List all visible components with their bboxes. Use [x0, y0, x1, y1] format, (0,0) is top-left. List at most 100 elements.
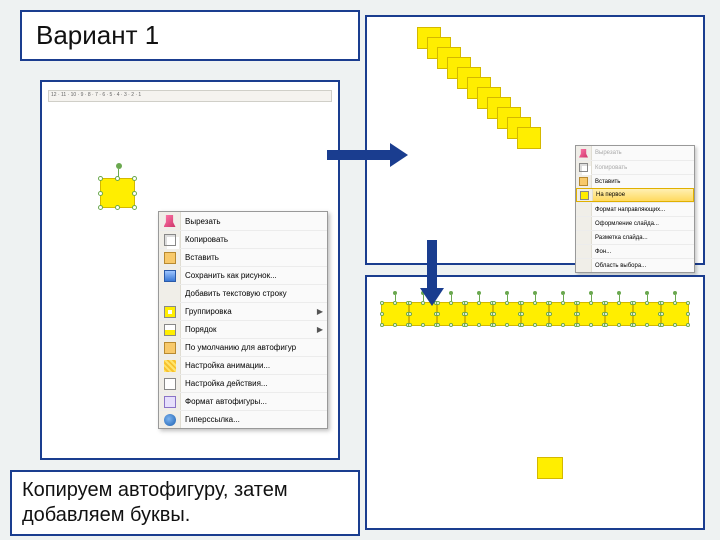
autoshape-in-row[interactable]: [381, 302, 409, 326]
resize-handle-icon[interactable]: [660, 312, 664, 316]
resize-handle-icon[interactable]: [673, 301, 677, 305]
resize-handle-icon[interactable]: [477, 323, 481, 327]
rotate-handle-icon[interactable]: [116, 163, 122, 169]
resize-handle-icon[interactable]: [464, 312, 468, 316]
mini-menu-item[interactable]: Формат направляющих...: [576, 202, 694, 216]
mini-menu-item[interactable]: Вставить: [576, 174, 694, 188]
resize-handle-icon[interactable]: [604, 312, 608, 316]
resize-handle-icon[interactable]: [408, 323, 412, 327]
resize-handle-icon[interactable]: [589, 323, 593, 327]
mini-menu-item[interactable]: Копировать: [576, 160, 694, 174]
rotate-handle-icon[interactable]: [449, 291, 453, 295]
autoshape-selected[interactable]: [100, 178, 135, 208]
resize-handle-icon[interactable]: [660, 301, 664, 305]
context-menu-item[interactable]: Копировать: [159, 230, 327, 248]
mini-menu-item[interactable]: Разметка слайда...: [576, 230, 694, 244]
resize-handle-icon[interactable]: [673, 323, 677, 327]
resize-handle-icon[interactable]: [449, 323, 453, 327]
context-menu-item[interactable]: Настройка анимации...: [159, 356, 327, 374]
resize-handle-icon[interactable]: [380, 323, 384, 327]
autoshape-in-row[interactable]: [605, 302, 633, 326]
rotate-handle-icon[interactable]: [477, 291, 481, 295]
mini-menu-item[interactable]: Область выбора...: [576, 258, 694, 272]
autoshape-in-row[interactable]: [661, 302, 689, 326]
resize-handle-icon[interactable]: [576, 323, 580, 327]
resize-handle-icon[interactable]: [548, 323, 552, 327]
resize-handle-icon[interactable]: [660, 323, 664, 327]
mini-menu-item[interactable]: Оформление слайда...: [576, 216, 694, 230]
resize-handle-icon[interactable]: [548, 312, 552, 316]
resize-handle-icon[interactable]: [132, 176, 137, 181]
resize-handle-icon[interactable]: [408, 301, 412, 305]
resize-handle-icon[interactable]: [604, 301, 608, 305]
autoshape-in-row[interactable]: [493, 302, 521, 326]
resize-handle-icon[interactable]: [98, 191, 103, 196]
resize-handle-icon[interactable]: [520, 323, 524, 327]
resize-handle-icon[interactable]: [492, 301, 496, 305]
mini-menu-item[interactable]: Фон...: [576, 244, 694, 258]
resize-handle-icon[interactable]: [617, 323, 621, 327]
resize-handle-icon[interactable]: [477, 301, 481, 305]
resize-handle-icon[interactable]: [132, 205, 137, 210]
resize-handle-icon[interactable]: [98, 205, 103, 210]
resize-handle-icon[interactable]: [686, 301, 690, 305]
context-menu-item[interactable]: Настройка действия...: [159, 374, 327, 392]
context-menu-item[interactable]: Вставить: [159, 248, 327, 266]
mini-menu-item[interactable]: Вырезать: [576, 146, 694, 160]
resize-handle-icon[interactable]: [436, 312, 440, 316]
resize-handle-icon[interactable]: [408, 312, 412, 316]
context-menu-item[interactable]: Вырезать: [159, 212, 327, 230]
rotate-handle-icon[interactable]: [561, 291, 565, 295]
resize-handle-icon[interactable]: [98, 176, 103, 181]
resize-handle-icon[interactable]: [617, 301, 621, 305]
autoshape-in-row[interactable]: [633, 302, 661, 326]
rotate-handle-icon[interactable]: [505, 291, 509, 295]
resize-handle-icon[interactable]: [380, 301, 384, 305]
rotate-handle-icon[interactable]: [589, 291, 593, 295]
resize-handle-icon[interactable]: [548, 301, 552, 305]
resize-handle-icon[interactable]: [505, 323, 509, 327]
context-menu-item[interactable]: Порядок▶: [159, 320, 327, 338]
resize-handle-icon[interactable]: [492, 312, 496, 316]
rotate-handle-icon[interactable]: [673, 291, 677, 295]
resize-handle-icon[interactable]: [576, 301, 580, 305]
resize-handle-icon[interactable]: [632, 301, 636, 305]
resize-handle-icon[interactable]: [132, 191, 137, 196]
resize-handle-icon[interactable]: [520, 301, 524, 305]
resize-handle-icon[interactable]: [492, 323, 496, 327]
resize-handle-icon[interactable]: [576, 312, 580, 316]
context-menu-item[interactable]: По умолчанию для автофигур: [159, 338, 327, 356]
resize-handle-icon[interactable]: [589, 301, 593, 305]
context-menu-item[interactable]: Группировка▶: [159, 302, 327, 320]
context-menu-item[interactable]: Гиперссылка...: [159, 410, 327, 428]
resize-handle-icon[interactable]: [505, 301, 509, 305]
rotate-handle-icon[interactable]: [533, 291, 537, 295]
resize-handle-icon[interactable]: [686, 323, 690, 327]
resize-handle-icon[interactable]: [645, 301, 649, 305]
resize-handle-icon[interactable]: [686, 312, 690, 316]
resize-handle-icon[interactable]: [380, 312, 384, 316]
resize-handle-icon[interactable]: [421, 323, 425, 327]
resize-handle-icon[interactable]: [449, 301, 453, 305]
resize-handle-icon[interactable]: [115, 176, 120, 181]
autoshape-in-row[interactable]: [549, 302, 577, 326]
autoshape-in-row[interactable]: [465, 302, 493, 326]
resize-handle-icon[interactable]: [632, 323, 636, 327]
resize-handle-icon[interactable]: [464, 301, 468, 305]
resize-handle-icon[interactable]: [632, 312, 636, 316]
mini-menu-item[interactable]: На первое: [576, 188, 694, 202]
resize-handle-icon[interactable]: [533, 301, 537, 305]
context-menu-item[interactable]: Добавить текстовую строку: [159, 284, 327, 302]
resize-handle-icon[interactable]: [520, 312, 524, 316]
resize-handle-icon[interactable]: [533, 323, 537, 327]
autoshape-in-row[interactable]: [577, 302, 605, 326]
resize-handle-icon[interactable]: [464, 323, 468, 327]
resize-handle-icon[interactable]: [393, 301, 397, 305]
resize-handle-icon[interactable]: [115, 205, 120, 210]
rotate-handle-icon[interactable]: [617, 291, 621, 295]
resize-handle-icon[interactable]: [393, 323, 397, 327]
resize-handle-icon[interactable]: [645, 323, 649, 327]
autoshape-in-row[interactable]: [521, 302, 549, 326]
resize-handle-icon[interactable]: [436, 323, 440, 327]
rotate-handle-icon[interactable]: [393, 291, 397, 295]
